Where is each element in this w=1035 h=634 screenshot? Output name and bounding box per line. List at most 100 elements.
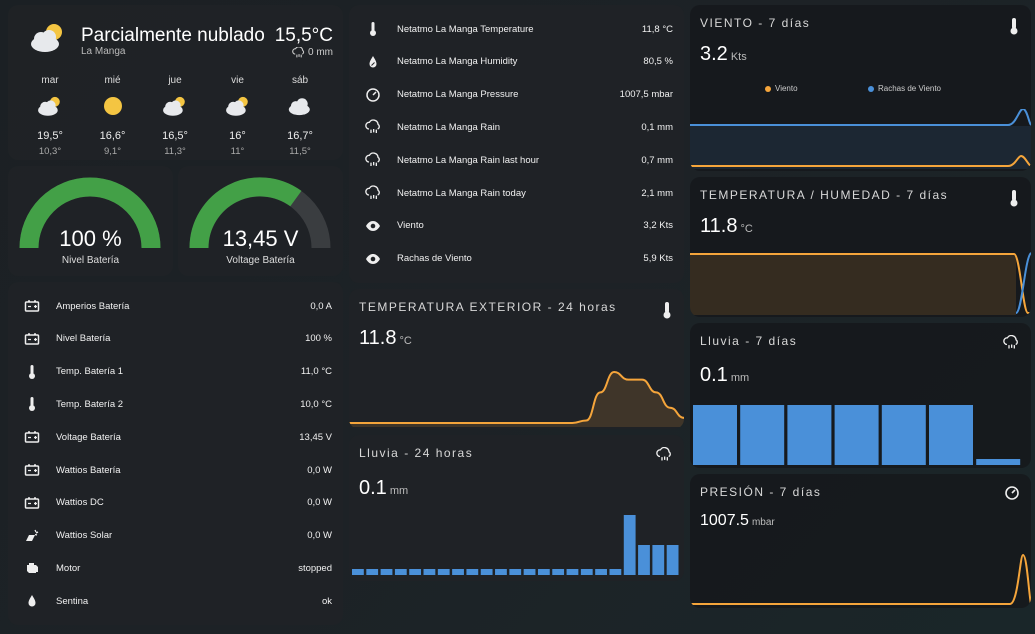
forecast-high: 16,7° [287,130,313,142]
forecast-day: mié 16,6° 9,1° [83,75,143,157]
entity-row[interactable]: Voltage Batería 13,45 V [8,421,343,453]
entity-value: 0,0 A [310,300,332,312]
rachas-series-line [690,109,1031,126]
entity-row[interactable]: Rachas de Viento 5,9 Kts [349,243,684,275]
graph-value-unit: °C [399,335,412,347]
entity-name: Wattios DC [56,497,104,509]
entity-row[interactable]: Nivel Batería 100 % [8,323,343,355]
entity-row[interactable]: Temp. Batería 1 11,0 °C [8,356,343,388]
battery-level-gauge[interactable]: 100 % Nivel Batería [8,166,173,276]
entity-value: 0,7 mm [641,154,673,166]
entity-row[interactable]: Motor stopped [8,552,343,584]
entity-value: 0,0 W [307,530,332,542]
eye-icon [349,218,397,234]
entity-row[interactable]: Netatmo La Manga Temperature 11,8 °C [349,13,684,45]
entity-row[interactable]: Wattios DC 0,0 W [8,487,343,519]
graph-value: 0.1 mm [359,477,408,500]
forecast-day: jue 16,5° 11,3° [145,75,205,157]
viento-graph[interactable]: VIENTO - 7 días 3.2 Kts Viento Rachas de … [690,5,1031,171]
entity-name: Amperios Batería [56,300,130,312]
legend-dot [868,85,874,92]
entity-row[interactable]: Temp. Batería 2 10,0 °C [8,388,343,420]
forecast-day-name: mar [41,75,59,86]
wind-line-chart [690,109,1031,169]
entity-name: Sentina [56,595,89,607]
entity-row[interactable]: Netatmo La Manga Pressure 1007,5 mbar [349,79,684,111]
entity-value: ok [321,595,332,607]
graph-value: 1007.5 mbar [700,512,775,530]
entity-value: 0,1 mm [641,121,673,133]
partly-cloudy-icon [208,90,268,122]
wind-area [690,126,1031,169]
entity-name: Netatmo La Manga Rain today [397,187,526,199]
entity-name: Viento [397,220,424,232]
entity-name: Motor [56,562,81,574]
rain-7d-bar-chart [693,405,1021,465]
rain-bar [537,569,550,575]
rain-bar [623,515,636,575]
battery-entities-card: Amperios Batería 0,0 A Nivel Batería 100… [8,282,343,625]
forecast-day-name: sáb [291,75,309,86]
thermometer-icon [8,364,56,380]
lluvia-7d-graph[interactable]: Lluvia - 7 días 0.1 mm [690,323,1031,468]
thermometer-icon [349,21,397,37]
entity-name: Wattios Batería [56,464,121,476]
rain-cloud-icon [656,447,671,461]
graph-value-unit: mm [730,372,750,384]
battery-voltage-gauge[interactable]: 13,45 V Voltage Batería [178,166,343,276]
forecast-day-name: vie [231,75,244,86]
rain-bar [394,569,407,575]
temp-exterior-graph[interactable]: TEMPERATURA EXTERIOR - 24 horas 11.8 °C [349,289,684,429]
battery-icon [8,429,56,445]
forecast-day-name: jue [168,75,182,86]
battery-voltage-label: Voltage Batería [226,255,295,266]
graph-value-number: 11.8 [359,327,397,349]
entity-row[interactable]: Netatmo La Manga Humidity 80,5 % [349,46,684,78]
entity-value: 0,0 W [307,497,332,509]
rain-bar [552,569,565,575]
pressure-series-line [690,553,1031,605]
forecast-low: 11° [230,146,245,157]
entity-row[interactable]: Netatmo La Manga Rain 0,1 mm [349,111,684,143]
entity-name: Netatmo La Manga Pressure [397,89,519,101]
rain-bar [787,405,832,465]
weather-card[interactable]: Parcialmente nublado La Manga 15,5°C 0 m… [8,5,343,160]
sunny-icon [83,90,143,122]
entity-name: Temp. Batería 2 [56,398,124,410]
solar-power-icon [8,528,56,544]
graph-value-number: 11.8 [700,215,738,237]
partly-cloudy-icon [31,24,62,52]
temp-hum-line-chart [690,252,1031,315]
rain-bar [437,569,450,575]
thermometer-icon [1010,18,1018,35]
entity-name: Nivel Batería [56,333,111,345]
battery-icon [8,462,56,478]
temp-humedad-graph[interactable]: TEMPERATURA / HUMEDAD - 7 días 11.8 °C [690,177,1031,317]
legend-rachas[interactable]: Rachas de Viento [868,84,941,93]
presion-graph[interactable]: PRESIÓN - 7 días 1007.5 mbar [690,474,1031,608]
entity-row[interactable]: Netatmo La Manga Rain last hour 0,7 mm [349,144,684,176]
entity-row[interactable]: Wattios Batería 0,0 W [8,454,343,486]
entity-row[interactable]: Viento 3,2 Kts [349,210,684,242]
rain-bar [976,459,1021,465]
entity-name: Rachas de Viento [397,253,472,265]
rain-bar [609,569,622,575]
rain-bar [652,545,665,575]
battery-level-value: 100 % [59,226,122,251]
rain-bar [409,569,422,575]
entity-value: 13,45 V [299,431,332,443]
rain-cloud-icon [349,185,397,201]
entity-row[interactable]: Netatmo La Manga Rain today 2,1 mm [349,177,684,209]
lluvia-24h-graph[interactable]: Lluvia - 24 horas 0.1 mm [349,435,684,581]
weather-temperature: 15,5°C [274,25,333,46]
entity-value: 5,9 Kts [643,253,673,265]
rain-bar [566,569,579,575]
entity-row[interactable]: Wattios Solar 0,0 W [8,520,343,552]
graph-value: 11.8 °C [700,215,753,238]
rain-bar [929,405,973,465]
graph-value-number: 0.1 [359,477,387,499]
entity-row[interactable]: Sentina ok [8,585,343,617]
forecast-low: 10,3° [38,146,62,157]
legend-viento[interactable]: Viento [765,84,798,93]
entity-row[interactable]: Amperios Batería 0,0 A [8,290,343,322]
